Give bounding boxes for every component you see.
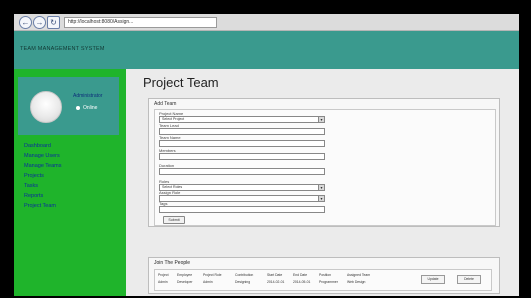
forward-arrow-icon[interactable]: → [33,16,46,29]
app-header: TEAM MANAGEMENT SYSTEM [14,31,519,69]
team-lead-input[interactable] [159,128,325,135]
add-team-form: Project Name Select Project ▾ Team Lead T… [154,109,496,226]
update-button[interactable]: Update [421,275,445,284]
tags-input[interactable] [159,206,325,213]
status-label: Online [83,105,98,111]
add-team-title: Add Team [154,101,177,107]
main-content: Project Team Add Team Project Name Selec… [126,69,519,296]
refresh-icon[interactable]: ↻ [47,16,60,29]
dropdown-arrow-icon: ▾ [318,185,324,190]
column-header: Contribution [235,273,254,277]
column-header: Position [319,273,332,277]
avatar [30,91,62,123]
column-header: Employee [177,273,193,277]
table-cell: Designing [235,280,251,284]
sidebar-menu: Dashboard Manage Users Manage Teams Proj… [24,141,62,211]
screen: ← → ↻ http://localhost:8080/Assign... TE… [14,14,519,296]
status-dot-icon [76,105,80,110]
column-header: Project Role [203,273,222,277]
project-name-select[interactable]: Select Project ▾ [159,116,325,123]
user-profile-panel: Administrator Online [18,77,119,135]
online-status: Online [76,105,97,111]
roles-select[interactable]: Select Roles ▾ [159,184,325,191]
delete-button[interactable]: Delete [457,275,481,284]
sidebar-item-reports[interactable]: Reports [24,191,62,201]
assign-role-select[interactable]: ▾ [159,195,325,202]
join-people-panel: Join The People Project Employee Project… [148,257,500,294]
sidebar-item-tasks[interactable]: Tasks [24,181,62,191]
address-bar[interactable]: http://localhost:8080/Assign... [64,17,217,28]
table-cell: Admin [158,280,168,284]
members-input[interactable] [159,153,325,160]
sidebar-item-dashboard[interactable]: Dashboard [24,141,62,151]
table-cell: Admin [203,280,213,284]
join-people-table: Project Employee Project Role Contributi… [154,269,492,291]
column-header: Assigned Team [347,273,371,277]
sidebar-item-manage-users[interactable]: Manage Users [24,151,62,161]
project-name-value: Select Project [162,117,185,121]
back-arrow-icon[interactable]: ← [19,16,32,29]
roles-value: Select Roles [162,185,183,189]
join-people-title: Join The People [154,260,191,266]
page-title: Project Team [143,75,219,90]
sidebar-item-projects[interactable]: Projects [24,171,62,181]
table-cell: 2014-02-01 [267,280,285,284]
table-cell: Programmer [319,280,338,284]
submit-button[interactable]: Submit [163,216,185,224]
sidebar-item-project-team[interactable]: Project Team [24,201,62,211]
column-header: End Date [293,273,308,277]
team-name-input[interactable] [159,140,325,147]
add-team-panel: Add Team Project Name Select Project ▾ Te… [148,98,500,227]
column-header: Start Date [267,273,283,277]
app-title: TEAM MANAGEMENT SYSTEM [20,46,105,52]
column-header: Project [158,273,169,277]
sidebar: Administrator Online Dashboard Manage Us… [14,69,126,296]
table-cell: Web Design [347,280,366,284]
table-cell: 2014-05-01 [293,280,311,284]
dropdown-arrow-icon: ▾ [318,196,324,201]
sidebar-item-manage-teams[interactable]: Manage Teams [24,161,62,171]
profile-name: Administrator [73,93,103,99]
table-cell: Developer [177,280,193,284]
dropdown-arrow-icon: ▾ [318,117,324,122]
browser-toolbar: ← → ↻ http://localhost:8080/Assign... [14,14,519,31]
duration-input[interactable] [159,168,325,175]
